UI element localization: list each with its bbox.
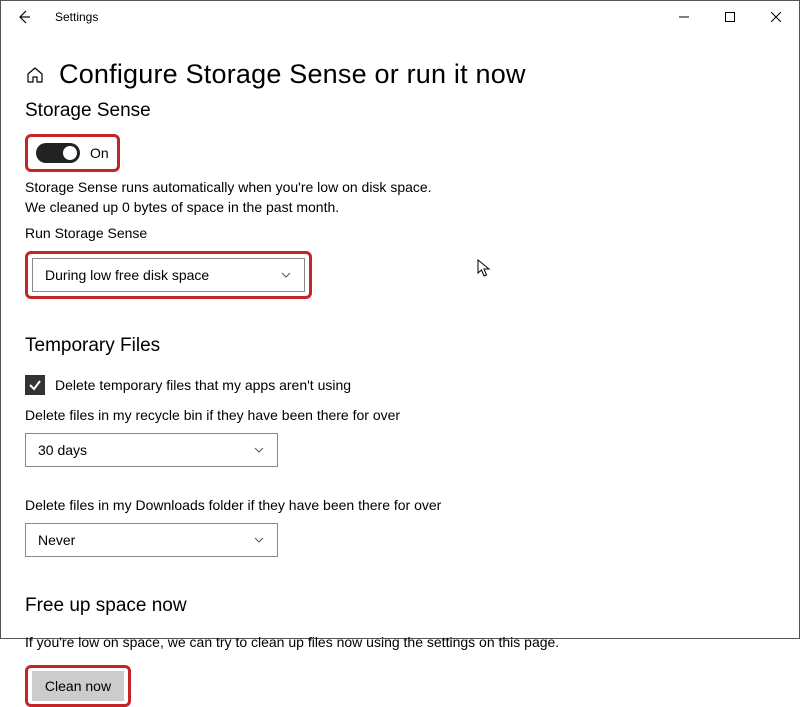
downloads-dropdown[interactable]: Never — [25, 523, 278, 557]
delete-temp-checkbox-row: Delete temporary files that my apps aren… — [25, 375, 799, 395]
chevron-down-icon — [253, 444, 265, 456]
downloads-block: Delete files in my Downloads folder if t… — [25, 497, 799, 557]
window-controls — [661, 1, 799, 33]
clean-now-button[interactable]: Clean now — [32, 671, 124, 701]
free-up-heading: Free up space now — [25, 595, 799, 617]
dropdown-value: 30 days — [38, 442, 87, 458]
heading-row: Configure Storage Sense or run it now — [25, 59, 799, 90]
run-storage-sense-dropdown[interactable]: During low free disk space — [32, 258, 305, 292]
recycle-bin-dropdown[interactable]: 30 days — [25, 433, 278, 467]
window-title: Settings — [55, 10, 661, 24]
home-icon[interactable] — [25, 65, 45, 85]
recycle-bin-label: Delete files in my recycle bin if they h… — [25, 407, 799, 423]
storage-sense-heading: Storage Sense — [25, 100, 799, 122]
highlight-toggle: On — [25, 134, 120, 172]
highlight-clean-now: Clean now — [25, 665, 131, 707]
back-button[interactable] — [13, 6, 35, 28]
toggle-knob — [63, 146, 77, 160]
storage-sense-toggle-row: On — [36, 143, 109, 163]
free-up-space-section: Free up space now If you're low on space… — [25, 595, 799, 707]
run-storage-sense-label: Run Storage Sense — [25, 225, 799, 241]
page-title: Configure Storage Sense or run it now — [59, 59, 526, 90]
delete-temp-checkbox[interactable] — [25, 375, 45, 395]
close-button[interactable] — [753, 1, 799, 33]
storage-sense-description: Storage Sense runs automatically when yo… — [25, 178, 445, 217]
temporary-files-section: Temporary Files Delete temporary files t… — [25, 335, 799, 557]
highlight-run-dropdown: During low free disk space — [25, 251, 312, 299]
chevron-down-icon — [253, 534, 265, 546]
temporary-files-heading: Temporary Files — [25, 335, 799, 357]
chevron-down-icon — [280, 269, 292, 281]
button-label: Clean now — [45, 678, 111, 694]
delete-temp-label: Delete temporary files that my apps aren… — [55, 377, 351, 393]
downloads-label: Delete files in my Downloads folder if t… — [25, 497, 799, 513]
toggle-state-label: On — [90, 145, 109, 161]
dropdown-value: During low free disk space — [45, 267, 209, 283]
content-area: Configure Storage Sense or run it now St… — [1, 33, 799, 707]
minimize-button[interactable] — [661, 1, 707, 33]
free-up-description: If you're low on space, we can try to cl… — [25, 633, 585, 653]
dropdown-value: Never — [38, 532, 75, 548]
maximize-button[interactable] — [707, 1, 753, 33]
titlebar: Settings — [1, 1, 799, 33]
storage-sense-toggle[interactable] — [36, 143, 80, 163]
